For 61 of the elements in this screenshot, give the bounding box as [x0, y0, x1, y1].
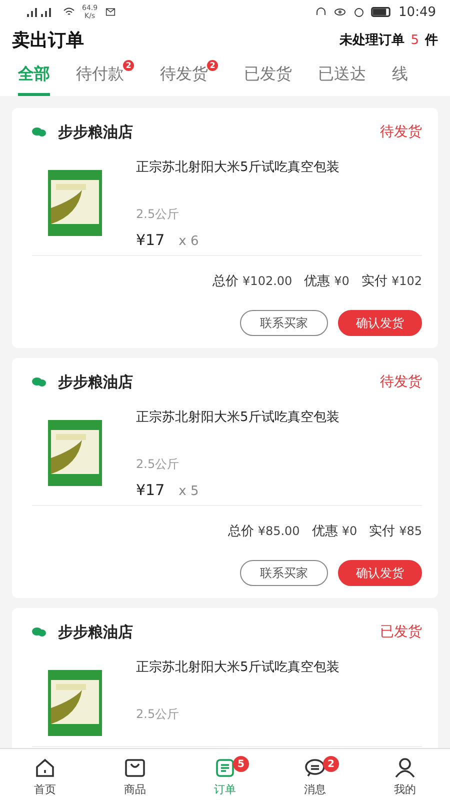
chat-bubbles-icon — [32, 627, 46, 637]
total-label: 实付 — [361, 274, 388, 289]
count-badge: 2 — [323, 756, 339, 772]
eye-icon — [332, 6, 347, 18]
nav-tab[interactable]: 消息 2 — [285, 752, 345, 797]
nav-tab[interactable]: 商品 — [105, 752, 165, 797]
product-photo-placeholder — [48, 170, 102, 236]
nav-tab[interactable]: 首页 — [15, 752, 75, 797]
nav-tab[interactable]: 订单 5 — [195, 752, 255, 797]
shop-name: 步步粮油店 — [58, 122, 133, 142]
mail-icon — [104, 7, 117, 17]
total-amount: ¥102 — [391, 274, 422, 288]
total-amount: ¥102.00 — [242, 274, 292, 288]
clock-time: 10:49 — [398, 4, 436, 20]
product-spec: 2.5公斤 — [136, 706, 180, 723]
contact-button[interactable]: 联系买家 — [240, 310, 328, 336]
quantity: x 6 — [178, 234, 199, 249]
nav-tab[interactable]: 我的 — [375, 752, 435, 797]
user-icon — [393, 756, 417, 780]
total-amount: ¥85.00 — [258, 524, 300, 538]
product-title: 正宗苏北射阳大米5斤试吃真空包装 — [136, 409, 340, 426]
order-filter-tab[interactable]: 全部 — [18, 56, 50, 96]
product-title: 正宗苏北射阳大米5斤试吃真空包装 — [136, 659, 340, 676]
page-title: 卖出订单 — [12, 29, 84, 52]
chat-bubbles-icon — [32, 377, 46, 387]
product-spec: 2.5公斤 — [136, 206, 180, 223]
unit-price: ¥17 — [136, 481, 165, 499]
pending-orders-count: 未处理订单 5 件 — [340, 32, 438, 49]
contact-button[interactable]: 联系买家 — [240, 560, 328, 586]
confirm-button[interactable]: 确认发货 — [338, 560, 422, 586]
chat-bubbles-icon — [32, 127, 46, 137]
battery-icon — [370, 6, 393, 18]
order-filter-tab[interactable]: 已发货 — [244, 56, 292, 96]
bag-icon — [123, 756, 147, 780]
order-status: 已发货 — [380, 623, 422, 641]
product-photo-placeholder — [48, 670, 102, 736]
shop-name: 步步粮油店 — [58, 372, 133, 392]
count-badge: 2 — [207, 60, 218, 71]
total-amount: ¥0 — [342, 524, 358, 538]
total-label: 总价 — [212, 274, 239, 289]
total-label: 优惠 — [312, 524, 338, 539]
total-label: 实付 — [369, 524, 396, 539]
total-amount: ¥85 — [399, 524, 422, 538]
order-filter-tab[interactable]: 已送达 — [318, 56, 366, 96]
order-status: 待发货 — [380, 373, 422, 391]
quantity: x 5 — [178, 484, 199, 499]
total-label: 总价 — [228, 524, 254, 539]
confirm-button[interactable]: 确认发货 — [338, 310, 422, 336]
count-badge: 2 — [123, 60, 134, 71]
unit-price: ¥17 — [136, 231, 165, 249]
order-filter-tab[interactable]: 线 — [392, 56, 408, 96]
order-status: 待发货 — [380, 123, 422, 141]
home-icon — [33, 756, 57, 780]
product-photo-placeholder — [48, 420, 102, 486]
product-title: 正宗苏北射阳大米5斤试吃真空包装 — [136, 159, 340, 176]
count-badge: 5 — [233, 756, 249, 772]
total-label: 优惠 — [304, 274, 330, 289]
list-icon — [213, 756, 237, 780]
total-amount: ¥0 — [334, 274, 350, 288]
product-spec: 2.5公斤 — [136, 456, 180, 473]
shop-name: 步步粮油店 — [58, 622, 133, 642]
